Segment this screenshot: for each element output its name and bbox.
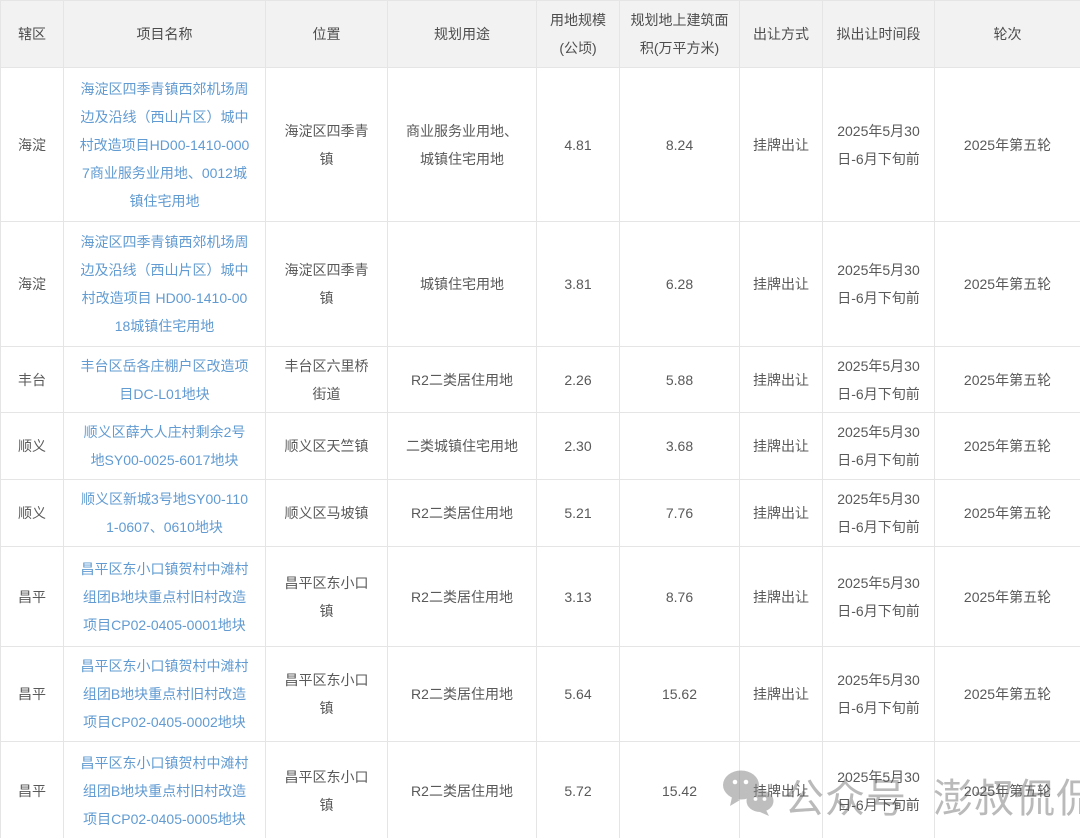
column-header-round: 轮次	[935, 1, 1080, 68]
project-name-link[interactable]: 顺义区薛大人庄村剩余2号地SY00-0025-6017地块	[64, 413, 266, 480]
column-header-area: 用地规模(公顷)	[537, 1, 620, 68]
project-name-link[interactable]: 昌平区东小口镇贺村中滩村组团B地块重点村旧村改造项目CP02-0405-0002…	[64, 647, 266, 742]
district-cell: 海淀	[1, 68, 64, 222]
period-cell: 2025年5月30日-6月下旬前	[823, 68, 935, 222]
method-cell: 挂牌出让	[740, 647, 823, 742]
project-name-link[interactable]: 海淀区四季青镇西郊机场周边及沿线（西山片区）城中村改造项目HD00-1410-0…	[64, 68, 266, 222]
round-cell: 2025年第五轮	[935, 68, 1080, 222]
table-row: 顺义 顺义区薛大人庄村剩余2号地SY00-0025-6017地块 顺义区天竺镇 …	[1, 413, 1080, 480]
usage-cell: R2二类居住用地	[388, 647, 537, 742]
project-name-link[interactable]: 海淀区四季青镇西郊机场周边及沿线（西山片区）城中村改造项目 HD00-1410-…	[64, 222, 266, 347]
area-cell: 5.64	[537, 647, 620, 742]
area-cell: 2.30	[537, 413, 620, 480]
column-header-method: 出让方式	[740, 1, 823, 68]
round-cell: 2025年第五轮	[935, 647, 1080, 742]
round-cell: 2025年第五轮	[935, 347, 1080, 413]
gfa-cell: 8.76	[620, 547, 740, 647]
area-cell: 3.13	[537, 547, 620, 647]
project-name-link[interactable]: 昌平区东小口镇贺村中滩村组团B地块重点村旧村改造项目CP02-0405-0001…	[64, 547, 266, 647]
period-cell: 2025年5月30日-6月下旬前	[823, 647, 935, 742]
district-cell: 顺义	[1, 413, 64, 480]
period-cell: 2025年5月30日-6月下旬前	[823, 742, 935, 838]
area-cell: 2.26	[537, 347, 620, 413]
method-cell: 挂牌出让	[740, 413, 823, 480]
gfa-cell: 7.76	[620, 480, 740, 547]
district-cell: 昌平	[1, 547, 64, 647]
column-header-gfa: 规划地上建筑面积(万平方米)	[620, 1, 740, 68]
period-cell: 2025年5月30日-6月下旬前	[823, 413, 935, 480]
land-supply-table: 辖区 项目名称 位置 规划用途 用地规模(公顷) 规划地上建筑面积(万平方米) …	[0, 0, 1080, 838]
method-cell: 挂牌出让	[740, 68, 823, 222]
project-name-link[interactable]: 丰台区岳各庄棚户区改造项目DC-L01地块	[64, 347, 266, 413]
area-cell: 5.21	[537, 480, 620, 547]
location-cell: 昌平区东小口镇	[266, 647, 388, 742]
period-cell: 2025年5月30日-6月下旬前	[823, 480, 935, 547]
table-row: 昌平 昌平区东小口镇贺村中滩村组团B地块重点村旧村改造项目CP02-0405-0…	[1, 647, 1080, 742]
usage-cell: R2二类居住用地	[388, 480, 537, 547]
table-row: 海淀 海淀区四季青镇西郊机场周边及沿线（西山片区）城中村改造项目 HD00-14…	[1, 222, 1080, 347]
method-cell: 挂牌出让	[740, 480, 823, 547]
column-header-usage: 规划用途	[388, 1, 537, 68]
table-row: 顺义 顺义区新城3号地SY00-1101-0607、0610地块 顺义区马坡镇 …	[1, 480, 1080, 547]
round-cell: 2025年第五轮	[935, 480, 1080, 547]
usage-cell: R2二类居住用地	[388, 742, 537, 838]
gfa-cell: 6.28	[620, 222, 740, 347]
column-header-project: 项目名称	[64, 1, 266, 68]
method-cell: 挂牌出让	[740, 222, 823, 347]
gfa-cell: 15.62	[620, 647, 740, 742]
gfa-cell: 8.24	[620, 68, 740, 222]
period-cell: 2025年5月30日-6月下旬前	[823, 547, 935, 647]
district-cell: 顺义	[1, 480, 64, 547]
column-header-period: 拟出让时间段	[823, 1, 935, 68]
method-cell: 挂牌出让	[740, 742, 823, 838]
location-cell: 丰台区六里桥街道	[266, 347, 388, 413]
period-cell: 2025年5月30日-6月下旬前	[823, 222, 935, 347]
location-cell: 顺义区天竺镇	[266, 413, 388, 480]
column-header-location: 位置	[266, 1, 388, 68]
table-row: 昌平 昌平区东小口镇贺村中滩村组团B地块重点村旧村改造项目CP02-0405-0…	[1, 547, 1080, 647]
district-cell: 海淀	[1, 222, 64, 347]
usage-cell: R2二类居住用地	[388, 547, 537, 647]
location-cell: 昌平区东小口镇	[266, 742, 388, 838]
method-cell: 挂牌出让	[740, 547, 823, 647]
area-cell: 4.81	[537, 68, 620, 222]
usage-cell: 城镇住宅用地	[388, 222, 537, 347]
district-cell: 丰台	[1, 347, 64, 413]
round-cell: 2025年第五轮	[935, 413, 1080, 480]
method-cell: 挂牌出让	[740, 347, 823, 413]
location-cell: 海淀区四季青镇	[266, 68, 388, 222]
usage-cell: R2二类居住用地	[388, 347, 537, 413]
header-row: 辖区 项目名称 位置 规划用途 用地规模(公顷) 规划地上建筑面积(万平方米) …	[1, 1, 1080, 68]
district-cell: 昌平	[1, 647, 64, 742]
location-cell: 海淀区四季青镇	[266, 222, 388, 347]
column-header-district: 辖区	[1, 1, 64, 68]
land-supply-table-page: 辖区 项目名称 位置 规划用途 用地规模(公顷) 规划地上建筑面积(万平方米) …	[0, 0, 1080, 838]
area-cell: 5.72	[537, 742, 620, 838]
period-cell: 2025年5月30日-6月下旬前	[823, 347, 935, 413]
gfa-cell: 15.42	[620, 742, 740, 838]
table-row: 昌平 昌平区东小口镇贺村中滩村组团B地块重点村旧村改造项目CP02-0405-0…	[1, 742, 1080, 838]
project-name-link[interactable]: 顺义区新城3号地SY00-1101-0607、0610地块	[64, 480, 266, 547]
gfa-cell: 3.68	[620, 413, 740, 480]
district-cell: 昌平	[1, 742, 64, 838]
usage-cell: 二类城镇住宅用地	[388, 413, 537, 480]
area-cell: 3.81	[537, 222, 620, 347]
location-cell: 顺义区马坡镇	[266, 480, 388, 547]
location-cell: 昌平区东小口镇	[266, 547, 388, 647]
gfa-cell: 5.88	[620, 347, 740, 413]
round-cell: 2025年第五轮	[935, 742, 1080, 838]
round-cell: 2025年第五轮	[935, 222, 1080, 347]
usage-cell: 商业服务业用地、城镇住宅用地	[388, 68, 537, 222]
table-row: 丰台 丰台区岳各庄棚户区改造项目DC-L01地块 丰台区六里桥街道 R2二类居住…	[1, 347, 1080, 413]
round-cell: 2025年第五轮	[935, 547, 1080, 647]
table-row: 海淀 海淀区四季青镇西郊机场周边及沿线（西山片区）城中村改造项目HD00-141…	[1, 68, 1080, 222]
project-name-link[interactable]: 昌平区东小口镇贺村中滩村组团B地块重点村旧村改造项目CP02-0405-0005…	[64, 742, 266, 838]
